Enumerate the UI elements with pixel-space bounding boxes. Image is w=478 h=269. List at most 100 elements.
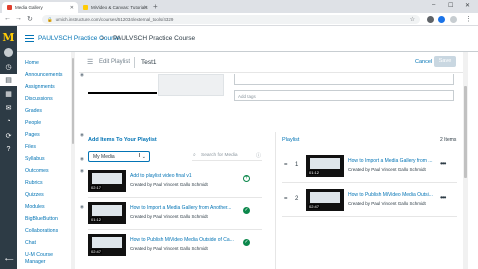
row-divider — [88, 229, 262, 230]
playlist-heading: Playlist — [282, 137, 300, 143]
info-icon[interactable]: ⓘ — [256, 152, 261, 159]
course-navigation: Home Announcements ◉ Assignments Discuss… — [17, 52, 84, 269]
playlist-item-title[interactable]: How to Publish MiVideo Media Outsi... — [348, 192, 438, 198]
video-thumbnail-frame — [92, 237, 122, 248]
edit-playlist-label: Edit Playlist — [99, 59, 131, 65]
media-creator: Created by Paul Vincent Gallo Schmidt — [130, 246, 208, 251]
panel-divider — [275, 132, 276, 269]
extension-icon[interactable] — [438, 16, 445, 23]
content-scroll-thumb[interactable] — [464, 86, 467, 178]
media-title-link[interactable]: How to Publish MiVideo Media Outside of … — [130, 237, 242, 243]
course-nav-rubrics[interactable]: Rubrics — [25, 180, 43, 186]
course-nav-bigbluebutton[interactable]: BigBlueButton — [25, 216, 58, 222]
video-thumbnail: 02:47 — [306, 189, 344, 211]
media-title-link[interactable]: How to Import a Media Gallery from Anoth… — [130, 205, 242, 211]
browser-menu-icon[interactable]: ⋮ — [465, 15, 472, 23]
playlist-item-creator: Created by Paul Vincent Gallo Schmidt — [348, 201, 426, 206]
bookmark-star-icon[interactable]: ☆ — [410, 16, 415, 23]
history-icon[interactable]: ◔ — [4, 117, 13, 126]
media-list-item[interactable]: 01:12 How to Import a Media Gallery from… — [88, 202, 262, 226]
media-title-link[interactable]: Add to playlist video final v1 — [130, 173, 242, 179]
course-nav-quizzes[interactable]: Quizzes — [25, 192, 44, 198]
minimize-window-button[interactable]: – — [432, 2, 435, 8]
video-duration: 02:47 — [308, 204, 321, 209]
forward-arrow-icon[interactable]: → — [15, 15, 22, 22]
media-search-input[interactable]: ⌕ Search for Media ⓘ — [192, 151, 262, 161]
reload-icon[interactable]: ↻ — [27, 15, 33, 23]
close-tab-icon[interactable]: ✕ — [70, 5, 74, 11]
back-arrow-icon[interactable]: ← — [4, 15, 11, 22]
browser-tab-mivideo-tutorials[interactable]: MiVideo & Canvas: Tutorials - Mi ✕ — [78, 2, 152, 13]
tags-input[interactable]: Add tags — [234, 90, 454, 101]
media-list-item[interactable]: 02:47 How to Publish MiVideo Media Outsi… — [88, 234, 262, 258]
inbox-icon[interactable]: ✉ — [4, 103, 13, 112]
save-button[interactable]: Save — [434, 56, 456, 67]
hamburger-menu-icon[interactable] — [25, 35, 34, 44]
added-checkmark-icon[interactable]: ✓ — [243, 239, 250, 246]
drag-handle-icon[interactable]: = — [284, 162, 288, 168]
row-divider — [282, 216, 457, 217]
maximize-window-button[interactable]: ☐ — [448, 2, 453, 9]
course-nav-modules[interactable]: Modules — [25, 204, 45, 210]
course-nav-files[interactable]: Files — [25, 144, 36, 150]
cancel-button[interactable]: Cancel — [415, 59, 432, 65]
video-thumbnail: 02:47 — [88, 234, 126, 256]
more-options-icon[interactable]: ••• — [440, 159, 446, 168]
media-source-select[interactable]: My Media I ⌄ — [88, 151, 150, 162]
hidden-eye-icon: ◉ — [80, 168, 84, 173]
lock-icon: 🔒 — [47, 16, 53, 22]
calendar-icon[interactable]: ▦ — [4, 89, 13, 98]
course-nav-course-manager-line2[interactable]: Manager — [25, 259, 45, 265]
dashboard-icon[interactable]: ◷ — [4, 62, 13, 71]
umich-logo[interactable]: M — [2, 32, 15, 43]
breadcrumb-course-link[interactable]: PAULVSCH Practice Course — [38, 35, 120, 42]
browser-tab-media-gallery[interactable]: Media Gallery ✕ — [2, 2, 78, 13]
course-nav-course-manager[interactable]: U-M Course — [25, 252, 53, 258]
playlist-item[interactable]: = 2 02:47 How to Publish MiVideo Media O… — [282, 189, 457, 213]
help-icon[interactable]: ? — [4, 145, 13, 154]
commons-icon[interactable]: ⟳ — [4, 131, 13, 140]
course-nav-scroll-thumb[interactable] — [72, 58, 74, 144]
course-nav-people[interactable]: People — [25, 120, 41, 126]
course-nav-assignments[interactable]: Assignments — [25, 84, 55, 90]
description-field[interactable] — [234, 74, 454, 85]
course-nav-grades[interactable]: Grades — [25, 108, 42, 114]
chevron-down-icon: ⌄ — [141, 154, 146, 160]
close-window-button[interactable]: ✕ — [465, 2, 470, 9]
video-thumbnail-frame — [310, 192, 340, 203]
close-tab-icon[interactable]: ✕ — [144, 5, 148, 11]
drag-handle-icon[interactable]: = — [284, 196, 288, 202]
video-duration: 02:17 — [90, 185, 103, 190]
course-nav-syllabus[interactable]: Syllabus — [25, 156, 45, 162]
playlist-thumbnail-area — [88, 74, 224, 97]
video-duration: 02:47 — [90, 249, 103, 254]
text-cursor-icon: I — [138, 153, 140, 159]
courses-icon[interactable]: ▤ — [4, 75, 13, 84]
umich-favicon-icon — [83, 5, 88, 10]
url-field[interactable]: 🔒 umich.instructure.com/courses/512034/e… — [42, 15, 420, 24]
course-nav-pages[interactable]: Pages — [25, 132, 40, 138]
playlist-title: Test1 — [141, 59, 157, 66]
added-checkmark-icon[interactable]: ✓ — [243, 207, 250, 214]
tab-label: MiVideo & Canvas: Tutorials - Mi — [91, 5, 149, 10]
more-options-icon[interactable]: ••• — [440, 193, 446, 202]
video-duration: 01:12 — [308, 170, 321, 175]
course-nav-announcements[interactable]: Announcements — [25, 72, 63, 78]
account-icon[interactable] — [4, 48, 13, 57]
course-nav-discussions[interactable]: Discussions — [25, 96, 53, 102]
collapse-nav-icon[interactable]: ⟵ — [5, 256, 14, 263]
course-nav-home[interactable]: Home — [25, 60, 39, 66]
course-nav-outcomes[interactable]: Outcomes — [25, 168, 49, 174]
playlist-item-title[interactable]: How to Import a Media Gallery from ... — [348, 158, 438, 164]
hidden-eye-icon: ◉ — [80, 132, 84, 137]
profile-avatar[interactable] — [450, 16, 457, 23]
new-tab-button[interactable]: + — [153, 2, 158, 11]
row-divider — [282, 182, 457, 183]
video-duration: 01:12 — [90, 217, 103, 222]
course-nav-chat[interactable]: Chat — [25, 240, 36, 246]
add-to-playlist-icon[interactable]: + — [243, 175, 250, 182]
playlist-item[interactable]: = 1 01:12 How to Import a Media Gallery … — [282, 155, 457, 179]
media-list-item[interactable]: 02:17 Add to playlist video final v1 Cre… — [88, 170, 262, 194]
extension-icon[interactable] — [427, 16, 434, 23]
course-nav-collaborations[interactable]: Collaborations — [25, 228, 58, 234]
